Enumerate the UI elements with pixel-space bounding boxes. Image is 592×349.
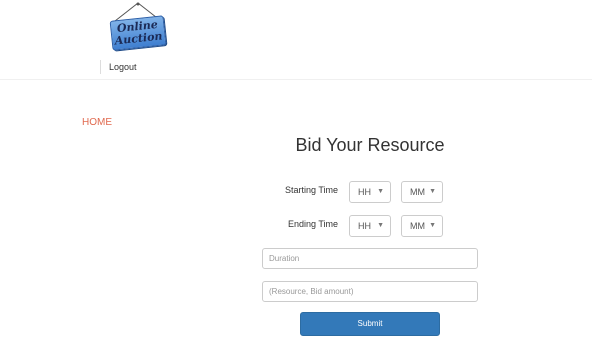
ending-hour-select[interactable]: HH ▼ <box>349 215 391 237</box>
duration-input[interactable]: Duration <box>262 248 478 269</box>
caret-down-icon: ▼ <box>429 222 436 229</box>
home-link[interactable]: HOME <box>82 117 112 128</box>
logo-sign: Online Auction <box>109 15 167 51</box>
caret-down-icon: ▼ <box>377 188 384 195</box>
starting-time-row: Starting Time HH ▼ MM ▼ <box>280 181 460 203</box>
ending-time-row: Ending Time HH ▼ MM ▼ <box>280 215 460 237</box>
resource-bid-input[interactable]: (Resource, Bid amount) <box>262 281 478 302</box>
caret-down-icon: ▼ <box>377 222 384 229</box>
ending-time-label: Ending Time <box>287 219 338 229</box>
ending-hour-value: HH <box>358 221 371 231</box>
starting-hour-select[interactable]: HH ▼ <box>349 181 391 203</box>
page-title: Bid Your Resource <box>295 135 445 155</box>
starting-minute-select[interactable]: MM ▼ <box>401 181 443 203</box>
starting-time-label: Starting Time <box>284 185 338 195</box>
starting-minute-value: MM <box>410 187 425 197</box>
logo-text-line2: Auction <box>114 29 164 48</box>
starting-hour-value: HH <box>358 187 371 197</box>
ending-minute-value: MM <box>410 221 425 231</box>
top-header: Online Auction Logout <box>0 0 592 80</box>
submit-button[interactable]: Submit <box>300 312 440 336</box>
online-auction-logo[interactable]: Online Auction <box>108 2 168 51</box>
caret-down-icon: ▼ <box>429 188 436 195</box>
ending-minute-select[interactable]: MM ▼ <box>401 215 443 237</box>
logout-link[interactable]: Logout <box>100 60 137 74</box>
